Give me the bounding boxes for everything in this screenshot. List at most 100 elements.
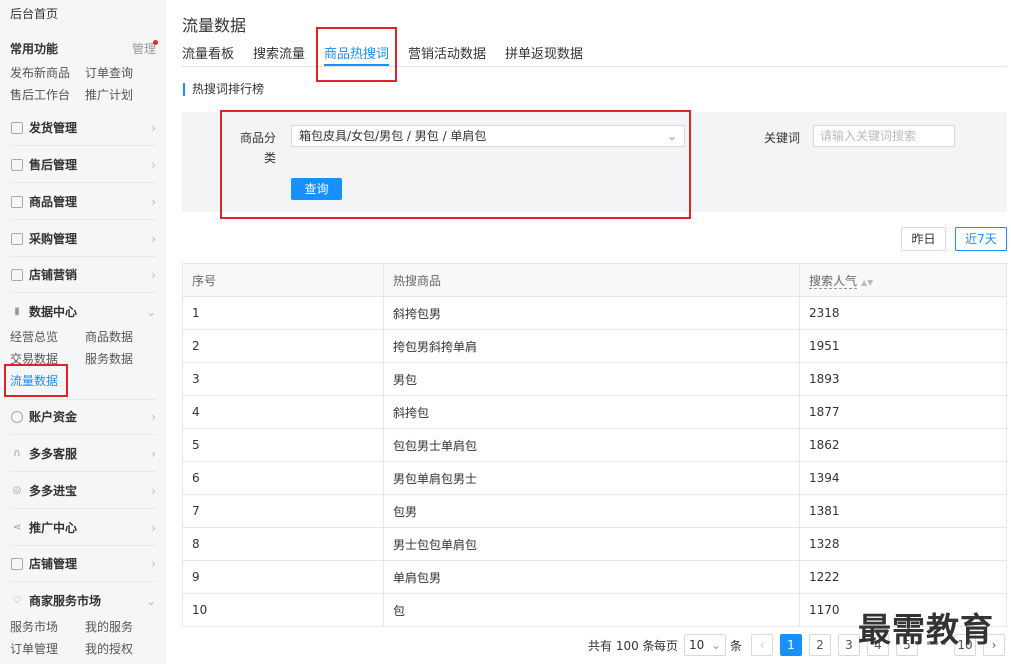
notification-dot xyxy=(153,40,158,45)
table-row: 8 男士包包单肩包 1328 xyxy=(182,527,1007,561)
chevron-right-icon: › xyxy=(151,267,156,282)
table-row: 5 包包男士单肩包 1862 xyxy=(182,428,1007,462)
sidebar-item-aftersale[interactable]: 售后管理 › xyxy=(10,147,156,183)
cell-rank: 10 xyxy=(182,593,384,627)
last-7-days-button[interactable]: 近7天 xyxy=(955,227,1007,251)
list-icon xyxy=(11,232,23,245)
table-row: 2 挎包男斜挎单肩 1951 xyxy=(182,329,1007,363)
tab-bar: 流量看板 搜索流量 商品热搜词 营销活动数据 拼单返现数据 xyxy=(182,40,1007,67)
tab-marketing-data[interactable]: 营销活动数据 xyxy=(408,43,486,62)
page-button[interactable]: 1 xyxy=(780,634,802,656)
business-overview-link[interactable]: 经营总览 xyxy=(10,328,85,345)
sidebar-home-link[interactable]: 后台首页 xyxy=(10,5,58,22)
cell-popularity: 1862 xyxy=(799,428,1007,462)
cell-popularity: 1951 xyxy=(799,329,1007,363)
tab-search-traffic[interactable]: 搜索流量 xyxy=(253,43,305,62)
promotion-plan-link[interactable]: 推广计划 xyxy=(85,86,160,103)
cell-rank: 5 xyxy=(182,428,384,462)
service-links-row-2: 订单管理 我的授权 xyxy=(10,640,160,657)
cell-product: 男包单肩包男士 xyxy=(383,461,800,495)
cell-rank: 3 xyxy=(182,362,384,396)
cell-product: 斜挎包 xyxy=(383,395,800,429)
service-market-link[interactable]: 服务市场 xyxy=(10,618,85,635)
shield-check-icon xyxy=(11,158,23,171)
common-links-row-1: 发布新商品 订单查询 xyxy=(10,64,160,81)
cell-product: 包男 xyxy=(383,494,800,528)
tab-traffic-board[interactable]: 流量看板 xyxy=(182,43,234,62)
data-center-links-row-1: 经营总览 商品数据 xyxy=(10,328,160,345)
popularity-header-label: 搜索人气 xyxy=(809,273,858,289)
order-query-link[interactable]: 订单查询 xyxy=(85,64,160,81)
highlight-box-traffic-data xyxy=(4,364,68,397)
treasure-icon: ◎ xyxy=(12,484,22,496)
chevron-down-icon: ⌄ xyxy=(145,305,156,319)
page-button[interactable]: 3 xyxy=(838,634,860,656)
cell-rank: 6 xyxy=(182,461,384,495)
cell-popularity: 1877 xyxy=(799,395,1007,429)
yesterday-button[interactable]: 昨日 xyxy=(901,227,946,251)
total-count: 共有 100 条 xyxy=(588,639,655,653)
cell-rank: 8 xyxy=(182,527,384,561)
sidebar-item-shipping[interactable]: 发货管理 › xyxy=(10,110,156,146)
sidebar-item-label: 采购管理 xyxy=(29,231,78,246)
sidebar-item-products[interactable]: 商品管理 › xyxy=(10,184,156,220)
per-page-label: 每页 xyxy=(654,639,679,653)
highlight-box-tab xyxy=(316,27,397,82)
prev-page-button[interactable]: ‹ xyxy=(751,634,773,656)
sidebar-item-label: 商品管理 xyxy=(29,194,78,209)
share-icon: ⋖ xyxy=(12,521,22,533)
calendar-icon xyxy=(11,268,23,281)
chevron-down-icon: ⌄ xyxy=(145,594,156,608)
keyword-input[interactable] xyxy=(813,125,955,147)
sidebar-item-customer-service[interactable]: ∩ 多多客服 › xyxy=(10,436,156,472)
product-data-link[interactable]: 商品数据 xyxy=(85,328,160,345)
sidebar-item-account[interactable]: 账户资金 › xyxy=(10,399,156,435)
tab-group-cashback-data[interactable]: 拼单返现数据 xyxy=(505,43,583,62)
cell-popularity: 1222 xyxy=(799,560,1007,594)
keyword-label: 关键词 xyxy=(764,131,801,145)
sidebar-item-promotion[interactable]: ⋖ 推广中心 › xyxy=(10,510,156,546)
table-row: 3 男包 1893 xyxy=(182,362,1007,396)
cell-rank: 4 xyxy=(182,395,384,429)
table-row: 1 斜挎包男 2318 xyxy=(182,296,1007,330)
cell-product: 斜挎包男 xyxy=(383,296,800,330)
sidebar-item-label: 店铺营销 xyxy=(29,267,78,282)
chevron-down-icon: ⌄ xyxy=(710,638,721,652)
chevron-right-icon: › xyxy=(151,194,156,209)
sidebar-item-label: 店铺管理 xyxy=(29,556,78,571)
aftersale-workbench-link[interactable]: 售后工作台 xyxy=(10,86,85,103)
chevron-right-icon: › xyxy=(151,483,156,498)
order-management-link[interactable]: 订单管理 xyxy=(10,640,85,657)
heart-icon: ♡ xyxy=(12,595,22,606)
cell-popularity: 2318 xyxy=(799,296,1007,330)
column-header-popularity[interactable]: 搜索人气 ▲▼ xyxy=(799,263,1007,297)
common-functions-title: 常用功能 xyxy=(10,42,59,56)
page-button[interactable]: 2 xyxy=(809,634,831,656)
sidebar-item-label: 售后管理 xyxy=(29,157,78,172)
my-services-link[interactable]: 我的服务 xyxy=(85,618,160,635)
publish-product-link[interactable]: 发布新商品 xyxy=(10,64,85,81)
headset-icon: ∩ xyxy=(13,447,21,459)
sidebar-item-purchasing[interactable]: 采购管理 › xyxy=(10,221,156,257)
sidebar-item-duoduo-jinbao[interactable]: ◎ 多多进宝 › xyxy=(10,473,156,509)
cell-rank: 1 xyxy=(182,296,384,330)
document-icon xyxy=(11,121,23,134)
store-icon xyxy=(11,557,23,570)
common-functions: 常用功能 管理 xyxy=(10,40,158,57)
sidebar-item-label: 账户资金 xyxy=(29,410,78,424)
sidebar-item-marketing[interactable]: 店铺营销 › xyxy=(10,257,156,293)
my-authorization-link[interactable]: 我的授权 xyxy=(85,640,160,657)
table-row: 7 包男 1381 xyxy=(182,494,1007,528)
table-header-row: 序号 热搜商品 搜索人气 ▲▼ xyxy=(182,263,1007,297)
page-size-select[interactable]: 10 ⌄ xyxy=(684,634,726,656)
bar-chart-icon: ▮ xyxy=(14,306,20,317)
service-data-link[interactable]: 服务数据 xyxy=(85,350,160,367)
cell-popularity: 1893 xyxy=(799,362,1007,396)
sidebar-item-store[interactable]: 店铺管理 › xyxy=(10,546,156,582)
cell-product: 男士包包单肩包 xyxy=(383,527,800,561)
cell-rank: 2 xyxy=(182,329,384,363)
sidebar-item-service-market[interactable]: ♡ 商家服务市场 ⌄ xyxy=(10,583,156,619)
table-row: 9 单肩包男 1222 xyxy=(182,560,1007,594)
sidebar-item-data-center[interactable]: ▮ 数据中心 ⌄ xyxy=(10,294,156,330)
sort-icon[interactable]: ▲▼ xyxy=(861,278,873,287)
